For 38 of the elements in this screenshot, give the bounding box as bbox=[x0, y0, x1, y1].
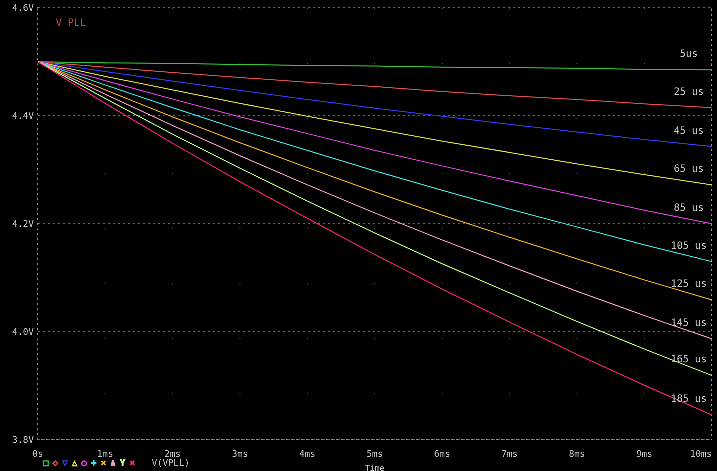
legend-marker-icon: × bbox=[130, 459, 136, 469]
axis-tick-label: 4.4V bbox=[12, 112, 34, 122]
axis-tick-label: 4.6V bbox=[12, 4, 34, 14]
axis-tick-label: 7ms bbox=[502, 450, 518, 460]
series-label: 125 us bbox=[670, 279, 708, 290]
axis-tick-label: 4ms bbox=[299, 450, 316, 460]
axis-tick-label: 9ms bbox=[636, 450, 653, 460]
axis-tick-label: 4.2V bbox=[12, 220, 34, 230]
legend-marker-icon: □ bbox=[43, 459, 49, 469]
axis-tick-label: 0s bbox=[32, 450, 44, 460]
legend-label: V(VPLL) bbox=[152, 459, 190, 469]
legend-marker-icon: × bbox=[100, 459, 106, 469]
series-label: 105 us bbox=[670, 240, 708, 252]
axis-tick-label: 4.0V bbox=[12, 328, 34, 338]
axis-tick-label: 8ms bbox=[569, 450, 586, 460]
series-label: 85 us bbox=[674, 203, 704, 214]
series-label: 145 us bbox=[670, 318, 708, 330]
series-label: 65 us bbox=[674, 164, 704, 176]
legend-marker-icon: ○ bbox=[82, 459, 88, 469]
series-label: 25 us bbox=[674, 86, 704, 98]
legend-marker-icon: △ bbox=[72, 459, 78, 469]
axis-tick-label: 3ms bbox=[232, 450, 248, 460]
legend-marker-icon: ▽ bbox=[62, 459, 68, 469]
axis-tick-label: 3.8V bbox=[12, 436, 34, 446]
legend-marker-icon: ∧ bbox=[110, 459, 116, 469]
axis-tick-label: 2ms bbox=[164, 450, 181, 460]
axis-tick-label: 5ms bbox=[366, 450, 384, 460]
axis-tick-label: 1ms bbox=[97, 450, 114, 460]
axis-title: Time bbox=[365, 464, 385, 471]
chart-title: V PLL bbox=[56, 18, 86, 29]
legend-marker-icon: + bbox=[91, 459, 97, 469]
series-label: 5us bbox=[680, 49, 698, 60]
series-label: 165 us bbox=[670, 354, 708, 366]
legend-marker-icon: Y bbox=[120, 459, 126, 469]
legend-marker-icon: ◇ bbox=[52, 459, 58, 469]
series-label: 45 us bbox=[674, 126, 704, 137]
axis-tick-label: 6ms bbox=[434, 450, 451, 460]
axis-tick-label: 10ms bbox=[690, 450, 712, 460]
